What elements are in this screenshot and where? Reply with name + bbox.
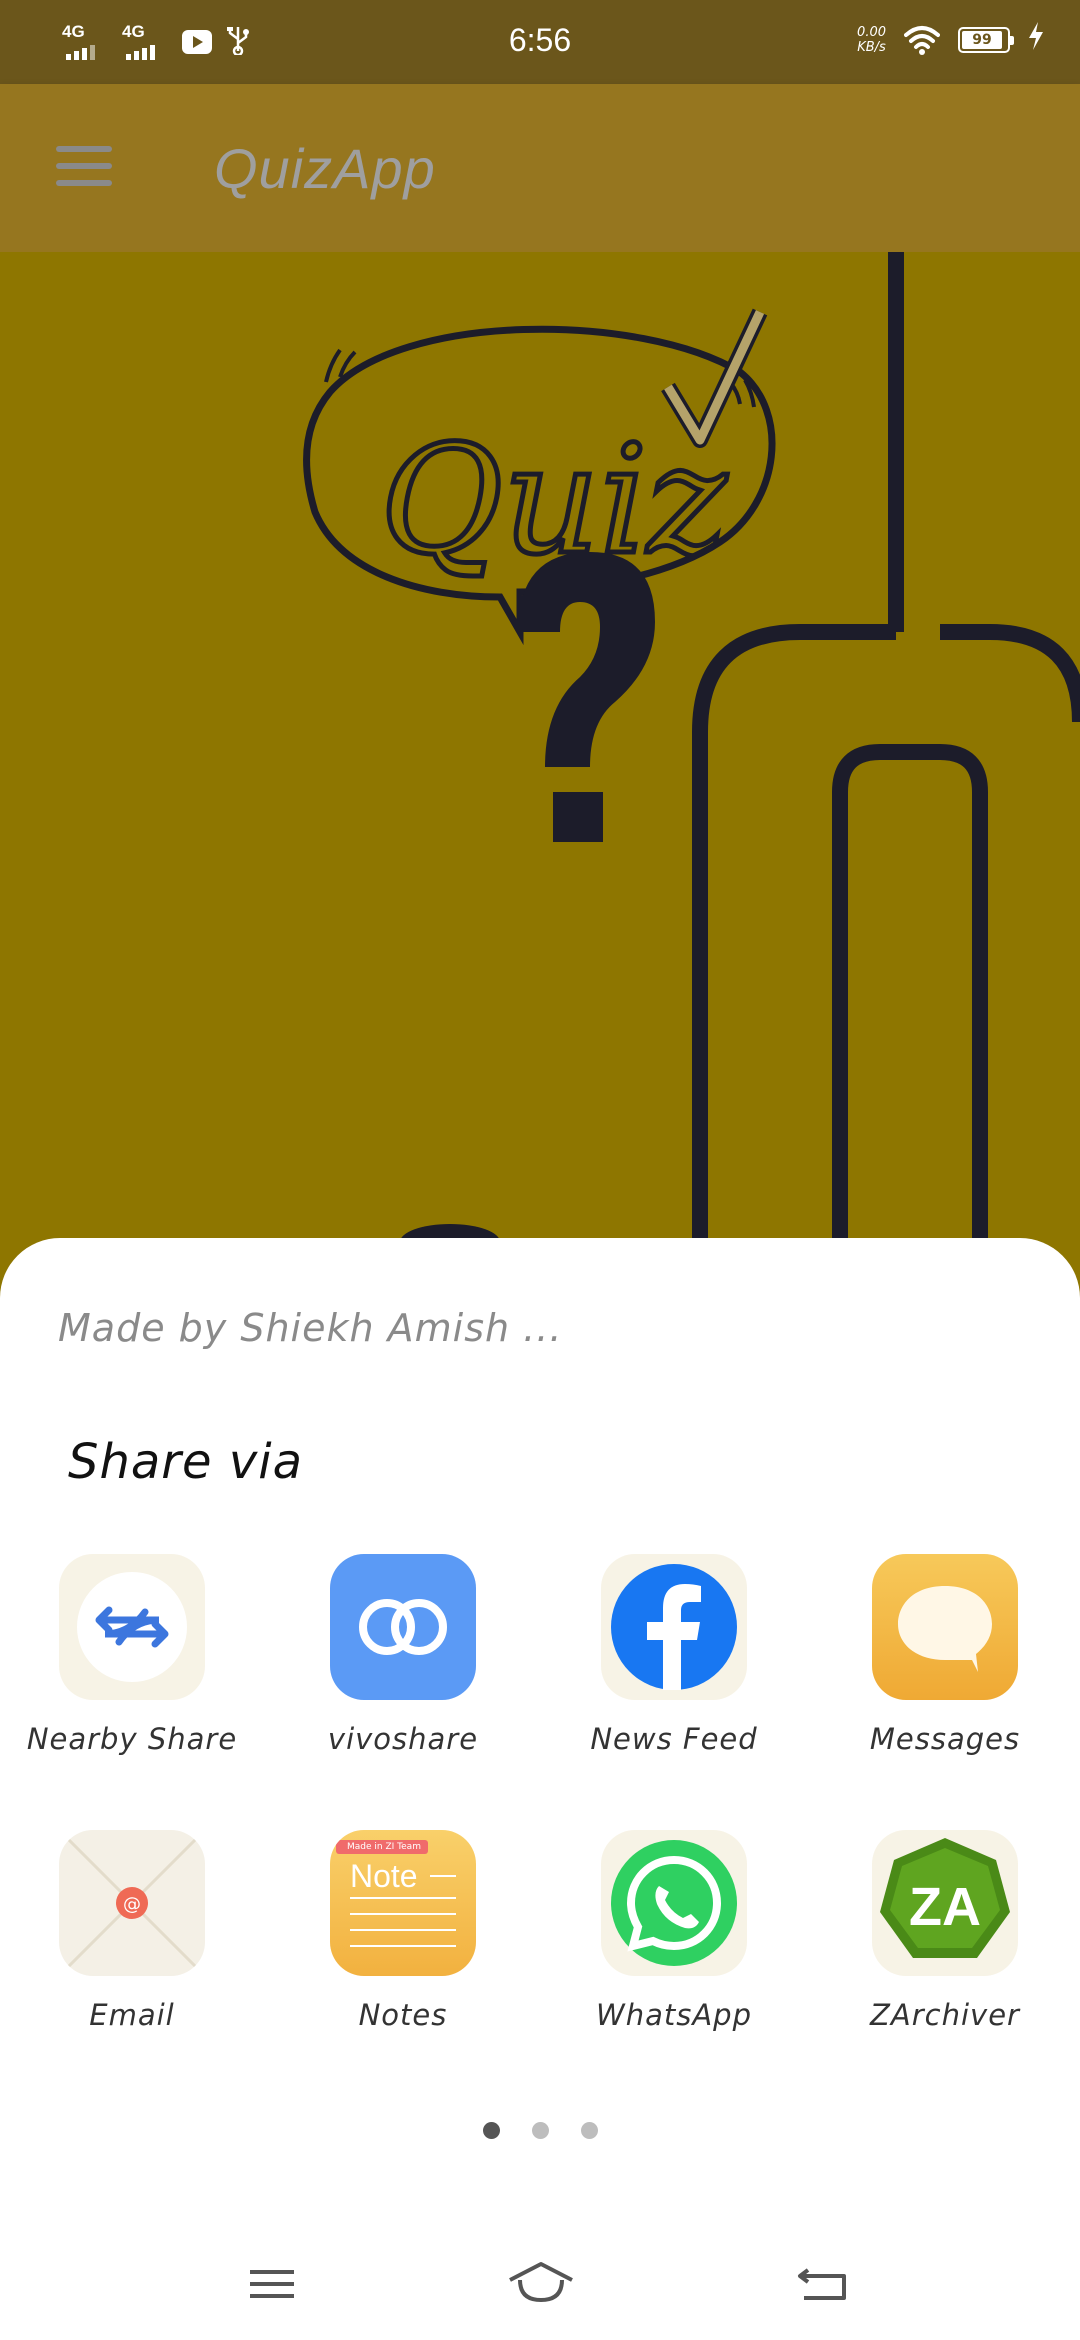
- share-app-vivoshare[interactable]: vivoshare: [267, 1554, 539, 1756]
- share-app-label: News Feed: [590, 1722, 758, 1756]
- page-indicator: [0, 2122, 1080, 2139]
- share-app-nearby-share[interactable]: Nearby Share: [0, 1554, 268, 1756]
- share-app-messages[interactable]: Messages: [809, 1554, 1080, 1756]
- navigation-bar: [0, 2238, 1080, 2340]
- share-app-notes[interactable]: Made in ZI Team Note Notes: [267, 1830, 539, 2032]
- share-app-label: Email: [89, 1998, 175, 2032]
- page-dot-active[interactable]: [482, 2122, 500, 2139]
- email-icon: @: [59, 1830, 205, 1976]
- zarchiver-icon: ZA: [872, 1830, 1018, 1976]
- share-app-label: vivoshare: [327, 1722, 479, 1756]
- status-right: 0.00 KB/s 99: [857, 22, 1044, 57]
- messages-icon: [872, 1554, 1018, 1700]
- vivoshare-icon: [330, 1554, 476, 1700]
- share-app-label: Messages: [869, 1722, 1021, 1756]
- battery-icon: 99: [958, 26, 1014, 53]
- share-app-label: WhatsApp: [596, 1998, 752, 2032]
- share-app-news-feed[interactable]: News Feed: [538, 1554, 810, 1756]
- share-app-whatsapp[interactable]: WhatsApp: [538, 1830, 810, 2032]
- facebook-icon: [601, 1554, 747, 1700]
- status-bar: 4G 4G 6:56 0.00 KB/s 99: [0, 0, 1080, 84]
- recents-menu-icon[interactable]: [242, 2258, 302, 2308]
- nearby-share-icon: [59, 1554, 205, 1700]
- share-app-zarchiver[interactable]: ZA ZArchiver: [809, 1830, 1080, 2032]
- app-bar: QuizApp: [0, 84, 1080, 252]
- share-via-title: Share via: [68, 1434, 303, 1490]
- network-speed-value: 0.00: [857, 24, 886, 40]
- network-speed-unit: KB/s: [857, 39, 886, 55]
- share-app-label: Nearby Share: [26, 1722, 238, 1756]
- network-speed: 0.00 KB/s: [857, 25, 886, 55]
- wifi-icon: [904, 25, 940, 55]
- quiz-illustration: Quiz: [0, 252, 1080, 1252]
- hamburger-menu-icon[interactable]: [56, 146, 112, 190]
- app-title: QuizApp: [214, 137, 436, 200]
- svg-text:@: @: [123, 1894, 141, 1915]
- share-app-label: Notes: [358, 1998, 448, 2032]
- zarchiver-icon-text: ZA: [909, 1877, 981, 1937]
- page-dot[interactable]: [580, 2122, 598, 2139]
- share-sheet: Made by Shiekh Amish ... Share via Nearb…: [0, 1238, 1080, 2340]
- share-app-email[interactable]: @ Email: [0, 1830, 268, 2032]
- home-icon[interactable]: [506, 2258, 576, 2308]
- whatsapp-icon: [601, 1830, 747, 1976]
- share-message: Made by Shiekh Amish ...: [58, 1306, 563, 1350]
- charging-icon: [1028, 22, 1044, 57]
- notes-icon: Made in ZI Team Note: [330, 1830, 476, 1976]
- back-icon[interactable]: [794, 2258, 854, 2308]
- share-app-label: ZArchiver: [870, 1998, 1020, 2032]
- quiz-illustration-svg: Quiz: [303, 252, 1080, 1252]
- battery-level: 99: [962, 30, 1002, 49]
- page-dot[interactable]: [531, 2122, 549, 2139]
